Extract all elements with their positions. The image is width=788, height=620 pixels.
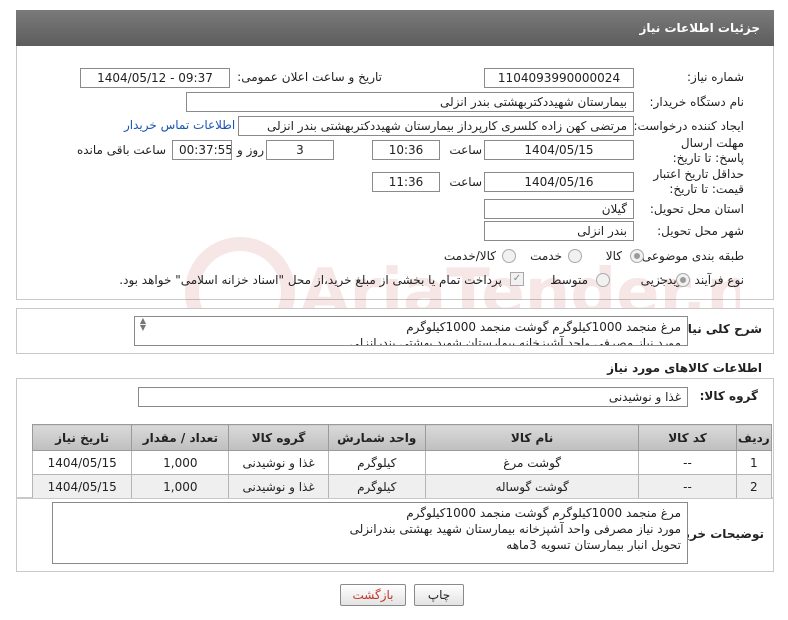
goods-table: ردیف کد کالا نام کالا واحد شمارش گروه کا… <box>31 424 773 499</box>
city-label: شهر محل تحویل: <box>657 224 744 238</box>
summary-scroll-icon[interactable]: ▲ ▼ <box>138 317 148 332</box>
cell-unit: کیلوگرم <box>327 474 426 499</box>
creator-field[interactable]: مرتضی کهن زاده کلسری کارپرداز بیمارستان … <box>238 116 634 136</box>
price-time-label: ساعت <box>449 175 482 189</box>
buyer-org-label: نام دستگاه خریدار: <box>649 95 745 109</box>
goods-group-label: گروه کالا: <box>699 389 758 403</box>
col-qty: تعداد / مقدار <box>131 424 230 451</box>
announce-label: تاریخ و ساعت اعلان عمومی: <box>237 70 382 84</box>
cell-code: -- <box>638 474 737 499</box>
reply-date-field[interactable]: 1404/05/15 <box>484 140 634 160</box>
contact-info-link[interactable]: اطلاعات تماس خریدار <box>124 118 235 132</box>
reply-time-field[interactable]: 10:36 <box>372 140 440 160</box>
process-radio-minor[interactable] <box>676 273 690 287</box>
buyer-notes-textarea[interactable]: مرغ منجمد 1000کیلوگرم گوشت منجمد 1000کیل… <box>52 502 688 564</box>
goods-section-title: اطلاعات کالاهای مورد نیاز <box>607 361 762 375</box>
cell-date: 1404/05/15 <box>31 474 133 499</box>
category-option-goods-service: کالا/خدمت <box>443 249 496 263</box>
creator-label: ایجاد کننده درخواست: <box>633 119 744 133</box>
price-validity-label: حداقل تاریخ اعتبار قیمت: تا تاریخ: <box>653 167 744 196</box>
back-button[interactable]: بازگشت <box>340 584 406 606</box>
process-label: نوع فرآیند خرید : <box>659 273 744 287</box>
cell-qty: 1,000 <box>131 474 230 499</box>
announce-field[interactable]: 1404/05/12 - 09:37 <box>80 68 230 88</box>
process-option-minor: جزیی <box>640 273 668 287</box>
treasury-note: پرداخت تمام یا بخشی از مبلغ خرید،از محل … <box>119 273 502 287</box>
category-option-service: خدمت <box>530 249 562 263</box>
goods-table-header: ردیف کد کالا نام کالا واحد شمارش گروه کا… <box>31 424 773 451</box>
treasury-checkbox[interactable]: ✓ <box>510 272 524 286</box>
province-label: استان محل تحویل: <box>649 202 744 216</box>
remaining-time-label: ساعت باقی مانده <box>76 143 166 157</box>
category-radio-goods[interactable] <box>630 249 644 263</box>
col-code: کد کالا <box>638 424 737 451</box>
remaining-time-field[interactable]: 00:37:55 <box>172 140 232 160</box>
process-option-medium: متوسط <box>550 273 588 287</box>
category-label: طبقه بندی موضوعی: <box>637 249 744 263</box>
cell-date: 1404/05/15 <box>31 450 133 475</box>
price-time-field[interactable]: 11:36 <box>372 172 440 192</box>
province-field[interactable]: گیلان <box>484 199 634 219</box>
col-name: نام کالا <box>424 424 640 451</box>
category-radio-service[interactable] <box>568 249 582 263</box>
reply-deadline-label: مهلت ارسال پاسخ: تا تاریخ: <box>672 136 744 165</box>
days-label: روز و <box>237 143 264 157</box>
cell-code: -- <box>638 450 737 475</box>
goods-group-field[interactable]: غذا و نوشیدنی <box>138 387 688 407</box>
table-row[interactable]: 1 -- گوشت مرغ کیلوگرم غذا و نوشیدنی 1,00… <box>31 450 773 475</box>
cell-unit: کیلوگرم <box>327 450 426 475</box>
reply-time-label: ساعت <box>449 143 482 157</box>
buyer-org-field[interactable]: بیمارستان شهیددکتربهشتی بندر انزلی <box>186 92 634 112</box>
table-row[interactable]: 2 -- گوشت گوساله کیلوگرم غذا و نوشیدنی 1… <box>31 474 773 499</box>
cell-name: گوشت گوساله <box>424 474 640 499</box>
days-field[interactable]: 3 <box>266 140 334 160</box>
cell-row: 2 <box>735 474 773 499</box>
process-radio-medium[interactable] <box>596 273 610 287</box>
category-radio-goods-service[interactable] <box>502 249 516 263</box>
page-title: جزئیات اطلاعات نیاز <box>639 21 760 35</box>
summary-label: شرح کلی نیاز: <box>676 322 762 336</box>
cell-group: غذا و نوشیدنی <box>228 474 329 499</box>
need-number-field[interactable]: 1104093990000024 <box>484 68 634 88</box>
category-option-goods: کالا <box>605 249 622 263</box>
cell-qty: 1,000 <box>131 450 230 475</box>
need-number-label: شماره نیاز: <box>687 70 744 84</box>
col-date: تاریخ نیاز <box>31 424 133 451</box>
cell-name: گوشت مرغ <box>424 450 640 475</box>
col-group: گروه کالا <box>228 424 329 451</box>
col-row: ردیف <box>735 424 773 451</box>
cell-row: 1 <box>735 450 773 475</box>
city-field[interactable]: بندر انزلی <box>484 221 634 241</box>
price-date-field[interactable]: 1404/05/16 <box>484 172 634 192</box>
panel-header: جزئیات اطلاعات نیاز <box>16 10 774 46</box>
cell-group: غذا و نوشیدنی <box>228 450 329 475</box>
col-unit: واحد شمارش <box>327 424 426 451</box>
print-button[interactable]: چاپ <box>414 584 464 606</box>
summary-textarea[interactable]: مرغ منجمد 1000کیلوگرم گوشت منجمد 1000کیل… <box>134 316 688 346</box>
